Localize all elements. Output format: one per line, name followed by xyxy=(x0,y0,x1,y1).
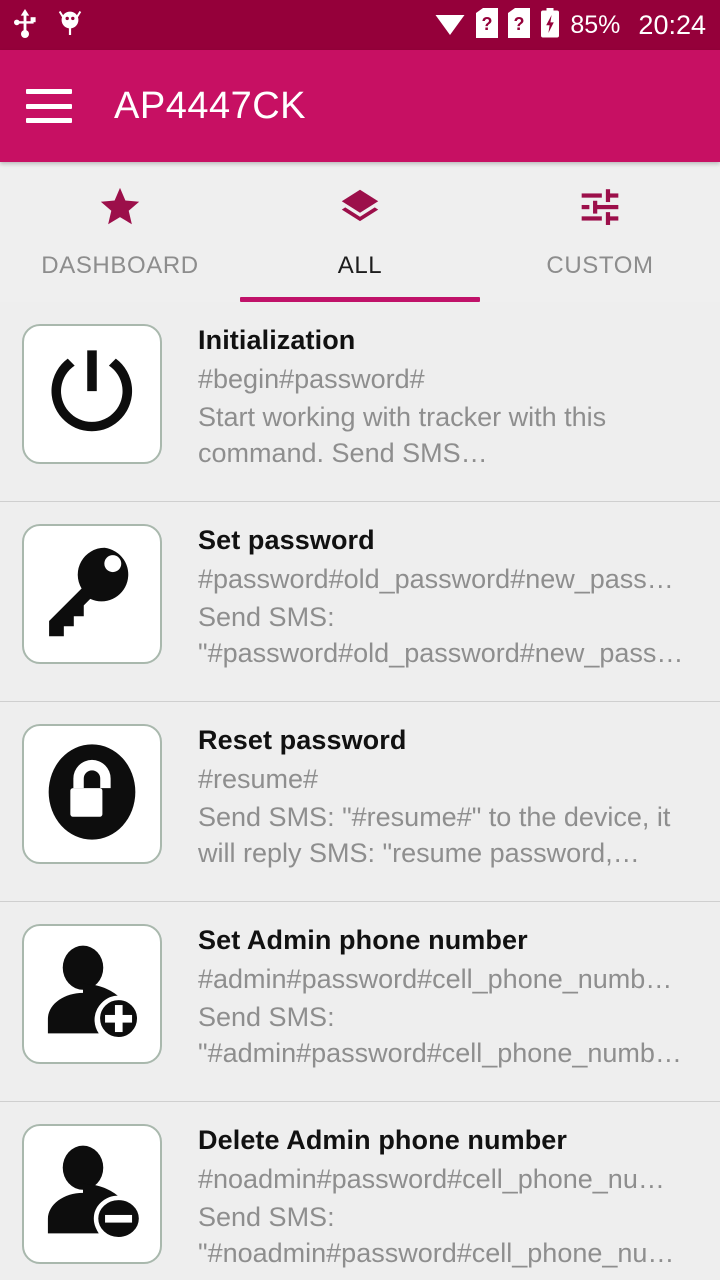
wifi-icon xyxy=(434,10,466,41)
list-item-text: Set Admin phone number #admin#password#c… xyxy=(198,922,700,1071)
tab-dashboard[interactable]: DASHBOARD xyxy=(0,162,240,302)
list-item[interactable]: Set password #password#old_password#new_… xyxy=(0,502,720,702)
list-item-command: #admin#password#cell_phone_numb… xyxy=(198,963,673,994)
command-icon-tile xyxy=(22,924,162,1064)
tab-custom-label: CUSTOM xyxy=(546,252,654,279)
tab-all[interactable]: ALL xyxy=(240,162,480,302)
list-item-command: #noadmin#password#cell_phone_nu… xyxy=(198,1163,665,1194)
command-list[interactable]: Initialization #begin#password# Start wo… xyxy=(0,302,720,1280)
sim-card-2-unknown-icon: ? xyxy=(508,7,531,43)
hamburger-bar xyxy=(26,118,72,123)
list-item-description: Send SMS: "#password#old_password#new_pa… xyxy=(198,602,684,668)
list-item[interactable]: Initialization #begin#password# Start wo… xyxy=(0,302,720,502)
command-icon-tile xyxy=(22,724,162,864)
list-item[interactable]: Reset password #resume# Send SMS: "#resu… xyxy=(0,702,720,902)
list-item-text: Set password #password#old_password#new_… xyxy=(198,522,700,671)
list-item-text: Reset password #resume# Send SMS: "#resu… xyxy=(198,722,700,871)
star-icon xyxy=(97,184,143,230)
list-item-description: Send SMS: "#admin#password#cell_phone_nu… xyxy=(198,1002,682,1068)
active-tab-indicator xyxy=(240,297,480,302)
power-icon xyxy=(40,340,144,449)
list-item[interactable]: Delete Admin phone number #noadmin#passw… xyxy=(0,1102,720,1280)
list-item-description: Send SMS: "#resume#" to the device, it w… xyxy=(198,802,671,868)
tab-dashboard-label: DASHBOARD xyxy=(41,252,199,279)
person-remove-icon xyxy=(38,1138,146,1251)
person-add-icon xyxy=(38,938,146,1051)
status-bar-right-icons: ? ? 85% 20:24 xyxy=(434,7,706,43)
list-item-text: Initialization #begin#password# Start wo… xyxy=(198,322,700,471)
status-bar-left-icons xyxy=(14,8,82,43)
list-item-title: Set Admin phone number xyxy=(198,925,528,955)
layers-icon xyxy=(337,184,383,230)
hamburger-bar xyxy=(26,89,72,94)
android-debug-icon xyxy=(58,8,82,43)
app-screen: ? ? 85% 20:24 AP4447CK DASHBOARD ALL CUS… xyxy=(0,0,720,1280)
battery-charging-icon xyxy=(540,7,560,43)
list-item-command: #resume# xyxy=(198,763,319,794)
command-icon-tile xyxy=(22,1124,162,1264)
list-item-title: Set password xyxy=(198,525,375,555)
app-bar: AP4447CK xyxy=(0,50,720,162)
tab-all-label: ALL xyxy=(337,252,383,279)
list-item-description: Start working with tracker with this com… xyxy=(198,402,607,468)
list-item-text: Delete Admin phone number #noadmin#passw… xyxy=(198,1122,700,1271)
usb-icon xyxy=(14,8,36,43)
svg-text:?: ? xyxy=(514,14,525,34)
list-item-title: Reset password xyxy=(198,725,407,755)
list-item-command: #password#old_password#new_pass… xyxy=(198,563,674,594)
command-icon-tile xyxy=(22,524,162,664)
svg-text:?: ? xyxy=(482,14,493,34)
unlock-icon xyxy=(40,740,144,849)
battery-percent-label: 85% xyxy=(570,10,621,39)
tab-bar: DASHBOARD ALL CUSTOM xyxy=(0,162,720,302)
list-item-title: Initialization xyxy=(198,325,356,355)
hamburger-menu-icon[interactable] xyxy=(26,89,72,123)
status-bar-clock: 20:24 xyxy=(638,9,706,40)
page-title: AP4447CK xyxy=(114,84,307,127)
list-item[interactable]: Set Admin phone number #admin#password#c… xyxy=(0,902,720,1102)
list-item-description: Send SMS: "#noadmin#password#cell_phone_… xyxy=(198,1202,675,1268)
status-bar: ? ? 85% 20:24 xyxy=(0,0,720,50)
key-icon xyxy=(40,540,144,649)
list-item-command: #begin#password# xyxy=(198,363,425,394)
sim-card-1-unknown-icon: ? xyxy=(476,7,499,43)
command-icon-tile xyxy=(22,324,162,464)
tab-custom[interactable]: CUSTOM xyxy=(480,162,720,302)
list-item-title: Delete Admin phone number xyxy=(198,1125,568,1155)
hamburger-bar xyxy=(26,103,72,109)
tune-sliders-icon xyxy=(578,184,622,230)
